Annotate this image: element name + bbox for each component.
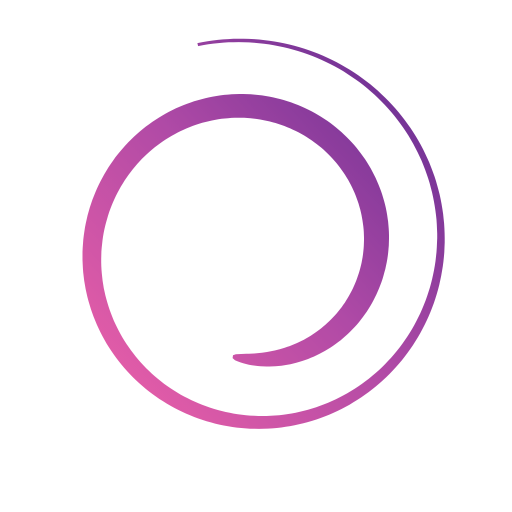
spiral-swirl-icon [82,38,445,429]
app-icon-canvas [0,0,512,512]
spiral-shape [82,38,445,429]
